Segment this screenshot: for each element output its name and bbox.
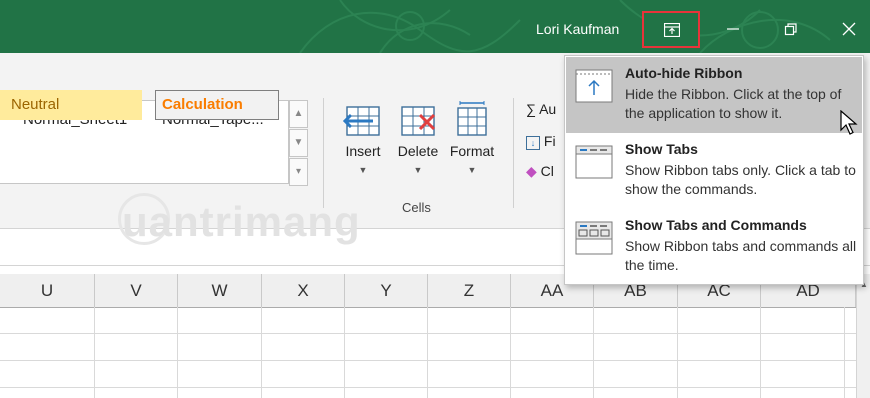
fill-label: Fi	[543, 133, 556, 149]
menu-item-description: Show Ribbon tabs and commands all the ti…	[625, 238, 857, 273]
delete-dropdown-icon: ▼	[413, 165, 423, 175]
style-calculation[interactable]: Calculation	[155, 90, 279, 120]
menu-item-title: Show Tabs and Commands	[625, 217, 807, 233]
column-header[interactable]: X	[262, 274, 345, 307]
gallery-scroll: ▲ ▼ ▾	[289, 100, 308, 186]
group-divider	[513, 98, 514, 208]
restore-button[interactable]	[768, 11, 814, 48]
minimize-icon	[727, 28, 739, 30]
gallery-scroll-up[interactable]: ▲	[289, 100, 308, 128]
format-dropdown-icon: ▼	[467, 165, 477, 175]
menu-item-description: Show Ribbon tabs only. Click a tab to sh…	[625, 162, 856, 197]
column-header[interactable]: Y	[345, 274, 428, 307]
grid-line	[844, 307, 845, 398]
show-tabs-icon	[575, 145, 613, 179]
grid-line	[0, 333, 856, 334]
grid-line	[0, 360, 856, 361]
menu-item-show-tabs[interactable]: Show Tabs Show Ribbon tabs only. Click a…	[566, 133, 862, 209]
grid-line	[94, 307, 95, 398]
grid-line	[261, 307, 262, 398]
clear-label: Cl	[540, 163, 554, 179]
title-bar: Lori Kaufman	[0, 0, 870, 53]
grid-line	[510, 307, 511, 398]
grid-line	[177, 307, 178, 398]
insert-cells-icon	[343, 106, 380, 136]
insert-dropdown-icon: ▼	[358, 165, 368, 175]
fill-button[interactable]: ↓ Fi	[526, 133, 556, 150]
delete-cells-icon	[401, 106, 436, 136]
grid-line	[427, 307, 428, 398]
group-divider	[323, 98, 324, 208]
watermark-text: uantrimang	[122, 198, 361, 245]
style-neutral[interactable]: Neutral	[0, 90, 142, 120]
mouse-cursor-icon	[840, 110, 858, 135]
column-header[interactable]: W	[178, 274, 262, 307]
grid-line	[0, 387, 856, 388]
format-button[interactable]: Format ▼	[446, 101, 498, 175]
grid-line	[344, 307, 345, 398]
close-button[interactable]	[826, 11, 870, 48]
restore-icon	[784, 23, 797, 36]
minimize-button[interactable]	[710, 11, 756, 48]
fill-down-icon: ↓	[526, 136, 540, 150]
format-cells-icon	[457, 101, 487, 136]
grid-line	[593, 307, 594, 398]
menu-item-title: Show Tabs	[625, 141, 698, 157]
vertical-scrollbar[interactable]: ▲	[856, 274, 870, 398]
grid-line	[677, 307, 678, 398]
column-header[interactable]: V	[95, 274, 178, 307]
autosum-button[interactable]: ∑ Au	[526, 101, 556, 117]
ribbon-display-options-button[interactable]	[642, 11, 700, 48]
format-label: Format	[449, 143, 495, 159]
close-icon	[842, 22, 856, 36]
eraser-icon: ◆	[526, 163, 537, 179]
show-tabs-and-commands-icon	[575, 221, 613, 255]
ribbon-display-options-icon	[664, 23, 680, 37]
menu-item-auto-hide-ribbon[interactable]: Auto-hide Ribbon Hide the Ribbon. Click …	[566, 57, 862, 133]
user-name[interactable]: Lori Kaufman	[536, 21, 619, 37]
auto-hide-ribbon-icon	[575, 69, 613, 103]
menu-item-title: Auto-hide Ribbon	[625, 65, 743, 81]
insert-button[interactable]: Insert ▼	[337, 105, 389, 175]
delete-button[interactable]: Delete ▼	[392, 105, 444, 175]
clear-button[interactable]: ◆ Cl	[526, 163, 554, 180]
delete-label: Delete	[397, 143, 439, 159]
cells-group-label: Cells	[402, 200, 431, 215]
column-header[interactable]: Z	[428, 274, 511, 307]
menu-item-show-tabs-and-commands[interactable]: Show Tabs and Commands Show Ribbon tabs …	[566, 209, 862, 285]
ribbon-display-options-menu: Auto-hide Ribbon Hide the Ribbon. Click …	[564, 55, 864, 285]
gallery-more[interactable]: ▾	[289, 158, 308, 186]
grid-line	[760, 307, 761, 398]
gallery-scroll-down[interactable]: ▼	[289, 129, 308, 157]
insert-label: Insert	[345, 143, 381, 159]
column-header[interactable]: U	[0, 274, 95, 307]
menu-item-description: Hide the Ribbon. Click at the top of the…	[625, 86, 842, 121]
